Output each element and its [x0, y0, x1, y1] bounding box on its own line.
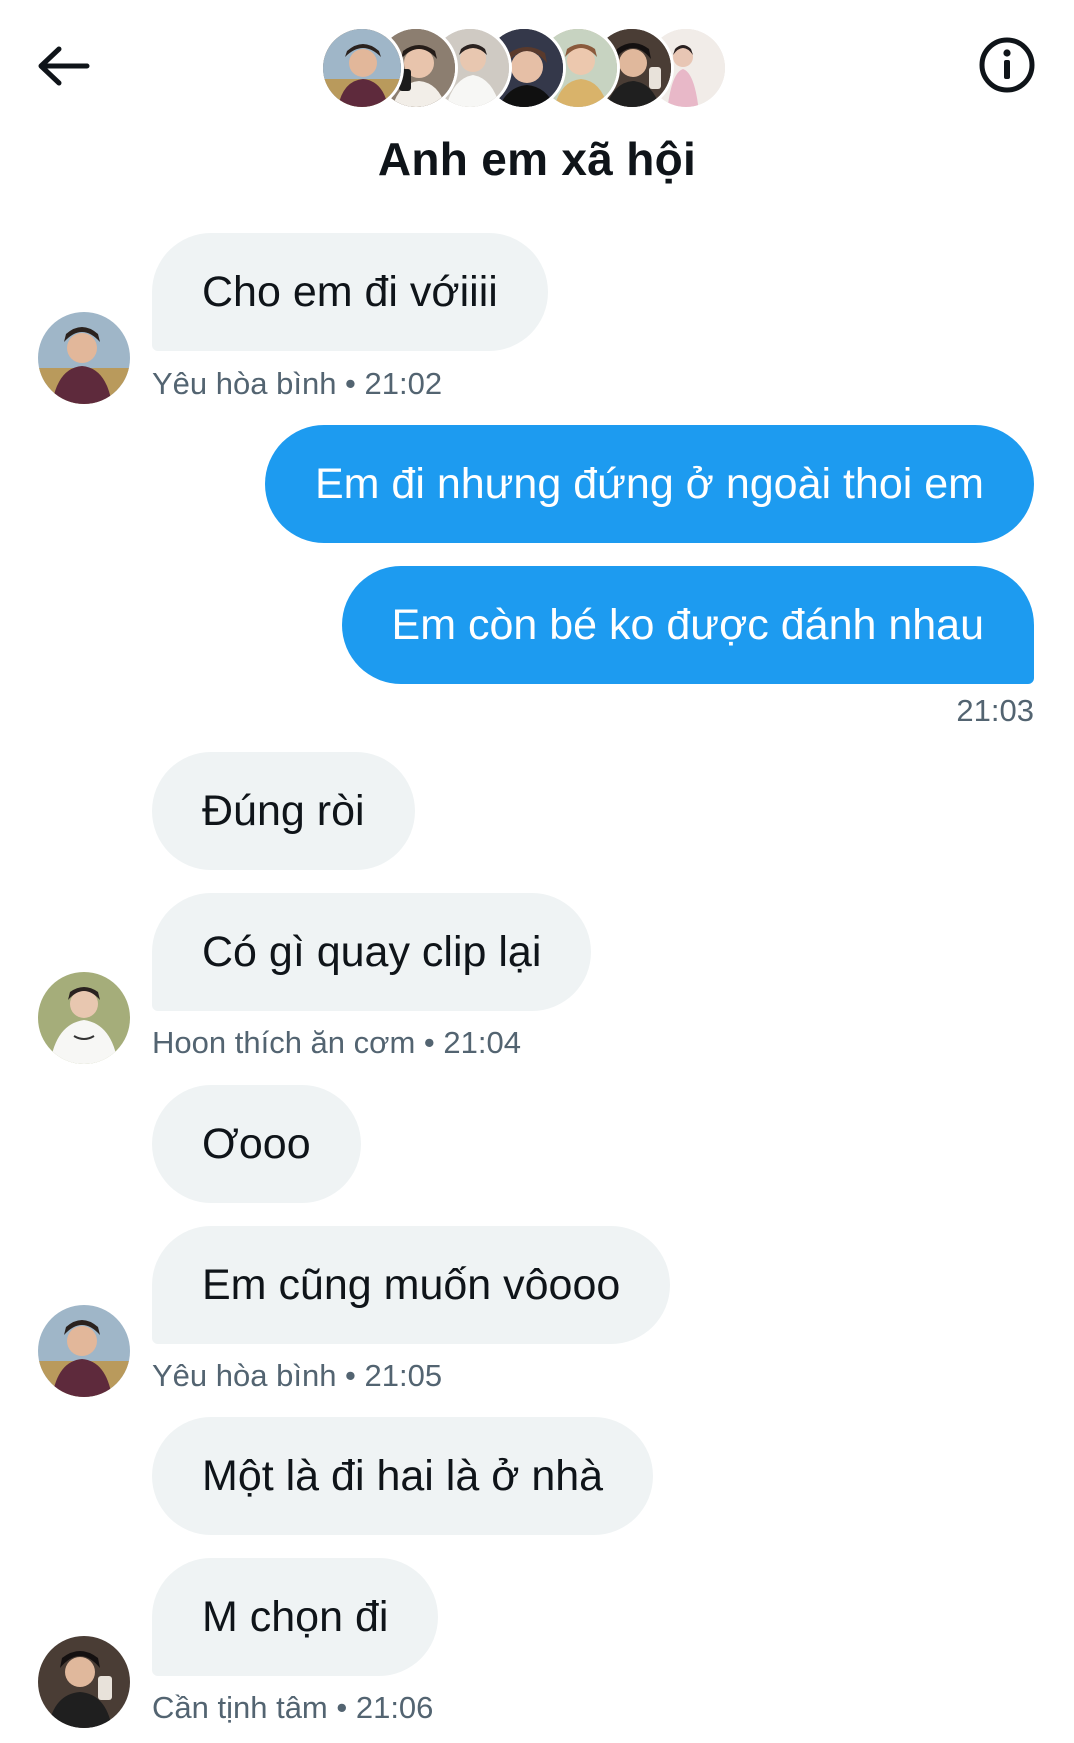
message-bubble-incoming[interactable]: Em cũng muốn vôooo — [152, 1226, 671, 1344]
message-bubble-outgoing[interactable]: Em đi nhưng đứng ở ngoài thoi em — [264, 425, 1034, 543]
sender-avatar[interactable] — [38, 972, 130, 1064]
message-bubble-incoming[interactable]: Một là đi hai là ở nhà — [152, 1417, 654, 1535]
participant-avatars[interactable] — [320, 26, 760, 114]
message-bubble-incoming[interactable]: Có gì quay clip lại — [152, 893, 592, 1011]
message-bubble-incoming[interactable]: M chọn đi — [152, 1558, 439, 1676]
message-meta: Yêu hòa bình • 21:02 — [152, 366, 443, 401]
message-bubble-incoming[interactable]: Đúng ròi — [152, 752, 415, 870]
sender-avatar[interactable] — [38, 1305, 130, 1397]
message-meta: 21:03 — [956, 693, 1034, 728]
message-meta: Hoon thích ăn cơm • 21:04 — [152, 1025, 521, 1060]
info-circle-icon — [977, 35, 1037, 95]
conversation-title: Anh em xã hội — [377, 133, 697, 185]
info-button[interactable] — [972, 30, 1042, 100]
message-bubble-incoming[interactable]: Ơooo — [152, 1085, 361, 1203]
sender-avatar[interactable] — [38, 312, 130, 404]
participant-avatar — [320, 26, 404, 110]
arrow-left-icon — [35, 44, 91, 88]
sender-avatar[interactable] — [38, 1636, 130, 1728]
message-meta: Cần tịnh tâm • 21:06 — [152, 1690, 434, 1725]
back-button[interactable] — [28, 36, 98, 96]
message-bubble-incoming[interactable]: Cho em đi vớiiii — [152, 233, 548, 351]
message-meta: Yêu hòa bình • 21:05 — [152, 1358, 443, 1393]
message-bubble-outgoing[interactable]: Em còn bé ko được đánh nhau — [341, 566, 1034, 684]
